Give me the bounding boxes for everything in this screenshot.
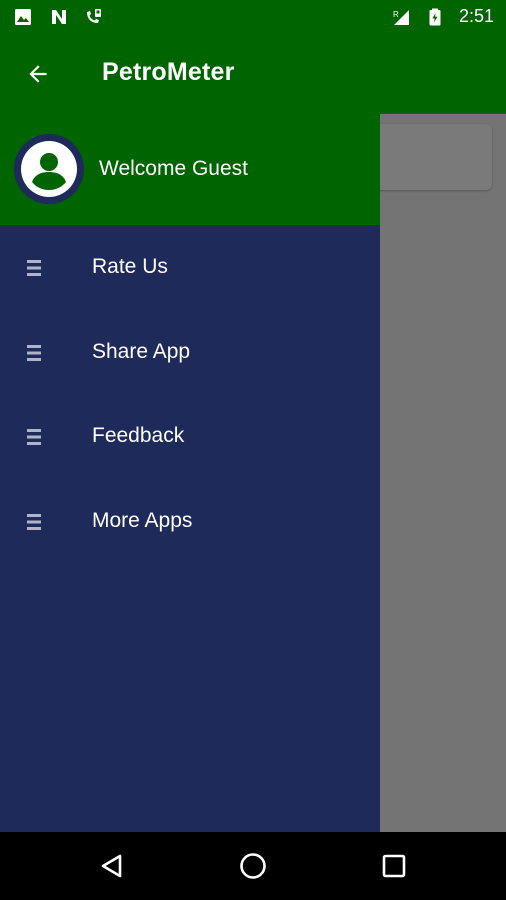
menu-item-feedback[interactable]: Feedback — [0, 394, 380, 479]
n-notification-icon — [52, 10, 66, 24]
menu-item-more-apps[interactable]: More Apps — [0, 479, 380, 564]
menu-item-label: Feedback — [92, 424, 185, 447]
app-bar: PetroMeter — [0, 34, 506, 114]
back-button[interactable] — [20, 56, 56, 92]
status-bar: R 2:51 — [0, 0, 506, 34]
menu-lines-icon — [27, 344, 41, 361]
back-triangle-icon — [101, 854, 122, 878]
drawer-header: Welcome Guest — [0, 114, 380, 225]
menu-item-rate-us[interactable]: Rate Us — [0, 225, 380, 310]
menu-lines-icon — [27, 429, 41, 445]
status-time: 2:51 — [458, 6, 494, 26]
roaming-signal-icon: R — [393, 10, 409, 25]
nav-home-button[interactable] — [233, 846, 273, 886]
nav-recents-button[interactable] — [374, 846, 414, 886]
menu-item-label: Share App — [92, 339, 191, 363]
menu-item-share-app[interactable]: Share App — [0, 310, 380, 395]
arrow-back-icon — [29, 65, 47, 83]
menu-item-label: More Apps — [92, 508, 193, 532]
nav-back-button[interactable] — [92, 846, 132, 886]
avatar[interactable] — [14, 134, 84, 204]
missed-call-icon — [87, 9, 101, 23]
app-title: PetroMeter — [102, 58, 235, 86]
recents-square-icon — [382, 854, 406, 878]
home-circle-icon — [240, 853, 266, 879]
navigation-drawer: Welcome Guest Rate Us Share App Feedback… — [0, 114, 380, 832]
battery-charging-icon — [429, 8, 441, 26]
welcome-text: Welcome Guest — [99, 157, 248, 180]
image-icon — [15, 9, 31, 25]
svg-text:R: R — [393, 10, 399, 19]
drawer-menu: Rate Us Share App Feedback More Apps — [0, 225, 380, 563]
system-nav-bar — [0, 832, 506, 900]
account-circle-icon — [21, 141, 77, 197]
search-card — [370, 124, 492, 190]
menu-lines-icon — [27, 513, 41, 530]
menu-lines-icon — [27, 260, 41, 276]
menu-item-label: Rate Us — [92, 255, 168, 278]
